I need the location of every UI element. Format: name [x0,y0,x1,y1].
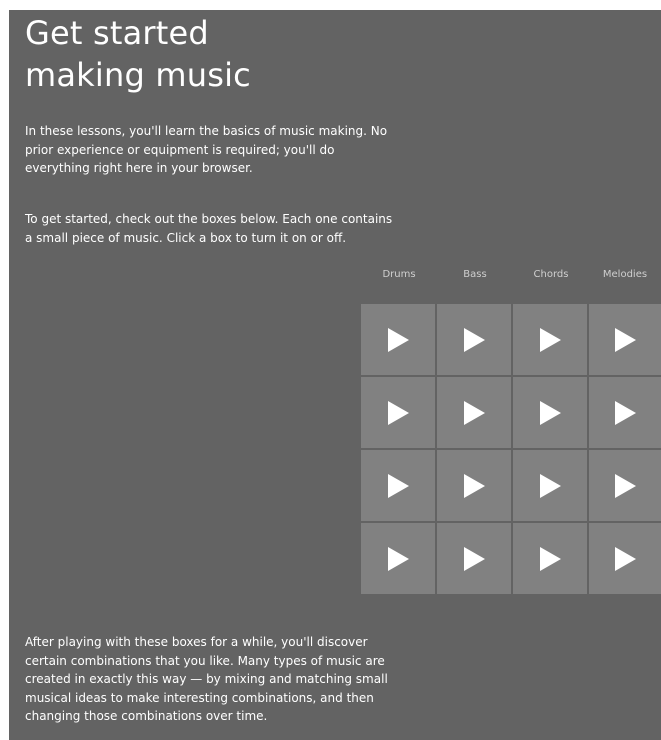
music-box-chords-3[interactable] [513,450,587,521]
play-icon [539,546,561,571]
play-icon [539,327,561,352]
music-box-melodies-2[interactable] [589,377,661,448]
music-box-drums-1[interactable] [361,304,435,375]
lesson-page: Get started making music In these lesson… [9,10,661,740]
intro-paragraph-1: In these lessons, you'll learn the basic… [25,124,388,175]
music-box-bass-3[interactable] [437,450,511,521]
play-icon [539,400,561,425]
outro-paragraph: After playing with these boxes for a whi… [25,635,388,723]
play-icon [463,546,485,571]
box-grid [361,304,661,594]
play-icon [539,473,561,498]
play-icon [614,546,636,571]
column-header-drums: Drums [382,269,416,280]
music-box-drums-2[interactable] [361,377,435,448]
play-icon [463,327,485,352]
column-headers: Drums Bass Chords Melodies [361,268,661,292]
music-box-melodies-3[interactable] [589,450,661,521]
music-box-drums-3[interactable] [361,450,435,521]
play-icon [463,473,485,498]
column-header-melodies: Melodies [602,269,648,280]
music-box-chords-2[interactable] [513,377,587,448]
music-box-bass-1[interactable] [437,304,511,375]
column-header-bass: Bass [463,269,487,280]
play-icon [614,473,636,498]
music-box-chords-1[interactable] [513,304,587,375]
page-title: Get started making music [25,12,251,96]
column-header-chords: Chords [533,269,569,280]
music-box-bass-2[interactable] [437,377,511,448]
play-icon [387,473,409,498]
play-icon [614,400,636,425]
title-line-2: making music [25,56,251,94]
music-box-bass-4[interactable] [437,523,511,594]
music-box-grid: Drums Bass Chords Melodies [361,268,661,594]
play-icon [463,400,485,425]
play-icon [387,327,409,352]
play-icon [387,546,409,571]
music-box-drums-4[interactable] [361,523,435,594]
intro-paragraph-2: To get started, check out the boxes belo… [25,212,393,245]
title-line-1: Get started [25,14,209,52]
music-box-melodies-4[interactable] [589,523,661,594]
play-icon [614,327,636,352]
play-icon [387,400,409,425]
music-box-chords-4[interactable] [513,523,587,594]
music-box-melodies-1[interactable] [589,304,661,375]
